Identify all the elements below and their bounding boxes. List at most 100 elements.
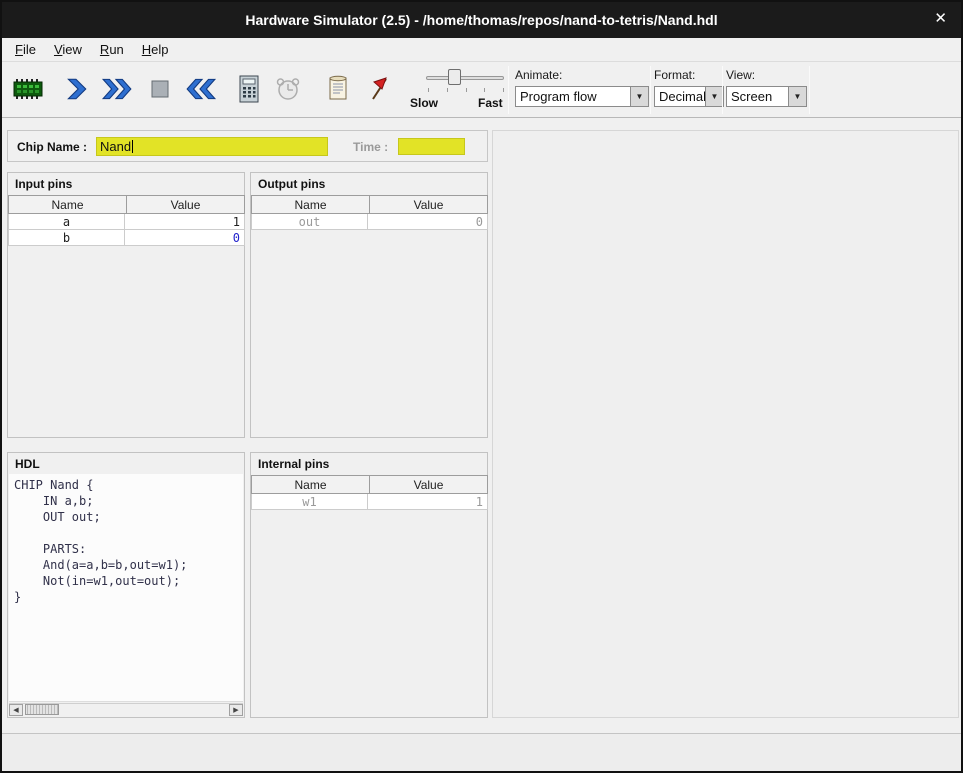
menu-run[interactable]: Run — [91, 39, 133, 60]
input-pins-panel: Input pins Name Value a 1 b 0 — [7, 172, 245, 438]
toolbar-separator — [722, 66, 723, 114]
pin-name: b — [8, 230, 125, 246]
format-selected-value: Decimal — [655, 87, 705, 106]
table-header: Name Value — [251, 475, 487, 494]
pin-name: out — [251, 214, 368, 230]
app-window: Hardware Simulator (2.5) - /home/thomas/… — [0, 0, 963, 773]
animate-select[interactable]: Program flow ▼ — [515, 86, 649, 107]
run-icon — [101, 76, 133, 107]
output-pins-panel: Output pins Name Value out 0 — [250, 172, 488, 438]
column-header-name[interactable]: Name — [251, 195, 370, 214]
scrollbar-thumb[interactable] — [25, 704, 59, 715]
chip-name-input[interactable]: Nand — [96, 137, 328, 156]
format-group: Format: Decimal ▼ — [654, 68, 724, 107]
menubar: File View Run Help — [2, 38, 961, 62]
menu-file[interactable]: File — [6, 39, 45, 60]
slider-slow-label: Slow — [410, 96, 438, 110]
hdl-title: HDL — [15, 457, 40, 471]
pin-value: 1 — [367, 494, 488, 510]
animate-selected-value: Program flow — [516, 87, 630, 106]
scrollbar-track[interactable] — [23, 704, 229, 716]
view-script-button[interactable] — [320, 73, 356, 109]
table-header: Name Value — [251, 195, 487, 214]
internal-pins-panel: Internal pins Name Value w1 1 — [250, 452, 488, 718]
table-row: b 0 — [8, 230, 244, 246]
hdl-code: CHIP Nand { IN a,b; OUT out; PARTS: And(… — [9, 474, 243, 608]
time-label: Time : — [353, 140, 388, 154]
format-select[interactable]: Decimal ▼ — [654, 86, 724, 107]
chevron-down-icon[interactable]: ▼ — [788, 87, 806, 106]
column-header-name[interactable]: Name — [251, 475, 370, 494]
load-chip-button[interactable] — [10, 73, 46, 109]
view-group: View: Screen ▼ — [726, 68, 807, 107]
scroll-left-icon[interactable]: ◀ — [9, 704, 23, 716]
script-icon — [326, 75, 350, 107]
table-row: a 1 — [8, 214, 244, 230]
internal-pins-title: Internal pins — [258, 457, 329, 471]
toolbar-separator — [809, 66, 810, 114]
view-selected-value: Screen — [727, 87, 788, 106]
screen-view-area — [492, 130, 959, 718]
time-field — [398, 138, 465, 155]
chip-name-label: Chip Name : — [17, 140, 87, 154]
view-select[interactable]: Screen ▼ — [726, 86, 807, 107]
speed-slider-thumb[interactable] — [448, 69, 461, 85]
slider-fast-label: Fast — [478, 96, 503, 110]
table-header: Name Value — [8, 195, 244, 214]
stop-button[interactable] — [142, 73, 178, 109]
run-button[interactable] — [99, 73, 135, 109]
menu-help[interactable]: Help — [133, 39, 178, 60]
clock-icon — [275, 76, 301, 107]
chevron-down-icon[interactable]: ▼ — [630, 87, 648, 106]
chip-header-panel: Chip Name : Nand Time : — [7, 130, 488, 162]
column-header-value[interactable]: Value — [369, 195, 488, 214]
titlebar: Hardware Simulator (2.5) - /home/thomas/… — [2, 2, 961, 38]
pin-name: a — [8, 214, 125, 230]
reset-button[interactable] — [183, 73, 219, 109]
pin-value[interactable]: 0 — [124, 230, 245, 246]
calculator-button[interactable] — [231, 73, 267, 109]
pin-value: 0 — [367, 214, 488, 230]
output-pins-title: Output pins — [258, 177, 325, 191]
speed-slider-track[interactable] — [426, 76, 504, 80]
animate-group: Animate: Program flow ▼ — [515, 68, 649, 107]
single-step-button[interactable] — [58, 73, 94, 109]
column-header-value[interactable]: Value — [126, 195, 245, 214]
toolbar-separator — [650, 66, 651, 114]
status-bar — [2, 733, 961, 771]
breakpoint-flag-icon — [368, 75, 392, 107]
toolbar-separator — [508, 66, 509, 114]
hdl-code-view: CHIP Nand { IN a,b; OUT out; PARTS: And(… — [9, 474, 243, 702]
internal-pins-table: Name Value w1 1 — [251, 475, 487, 510]
speed-slider-group: Slow Fast — [410, 68, 508, 114]
view-label: View: — [726, 68, 807, 82]
column-header-value[interactable]: Value — [369, 475, 488, 494]
column-header-name[interactable]: Name — [8, 195, 127, 214]
hdl-horizontal-scrollbar: ◀ ▶ — [9, 703, 243, 716]
table-row: w1 1 — [251, 494, 487, 510]
reset-icon — [185, 76, 217, 107]
animate-label: Animate: — [515, 68, 649, 82]
scroll-right-icon[interactable]: ▶ — [229, 704, 243, 716]
window-title: Hardware Simulator (2.5) - /home/thomas/… — [245, 12, 717, 28]
chip-icon — [12, 77, 44, 106]
pin-value[interactable]: 1 — [124, 214, 245, 230]
chip-name-value: Nand — [100, 139, 131, 154]
single-step-icon — [63, 76, 89, 107]
menu-view[interactable]: View — [45, 39, 91, 60]
breakpoints-button[interactable] — [362, 73, 398, 109]
calculator-icon — [237, 75, 261, 108]
clock-button[interactable] — [270, 73, 306, 109]
output-pins-table: Name Value out 0 — [251, 195, 487, 230]
stop-icon — [149, 78, 171, 105]
chevron-down-icon[interactable]: ▼ — [705, 87, 723, 106]
speed-slider-ticks — [428, 88, 504, 92]
hdl-panel: HDL CHIP Nand { IN a,b; OUT out; PARTS: … — [7, 452, 245, 718]
toolbar: Slow Fast Animate: Program flow ▼ Format… — [2, 62, 961, 118]
text-caret — [132, 140, 133, 153]
input-pins-title: Input pins — [15, 177, 72, 191]
format-label: Format: — [654, 68, 724, 82]
pin-name: w1 — [251, 494, 368, 510]
close-button[interactable]: ✕ — [934, 10, 947, 28]
input-pins-table: Name Value a 1 b 0 — [8, 195, 244, 246]
